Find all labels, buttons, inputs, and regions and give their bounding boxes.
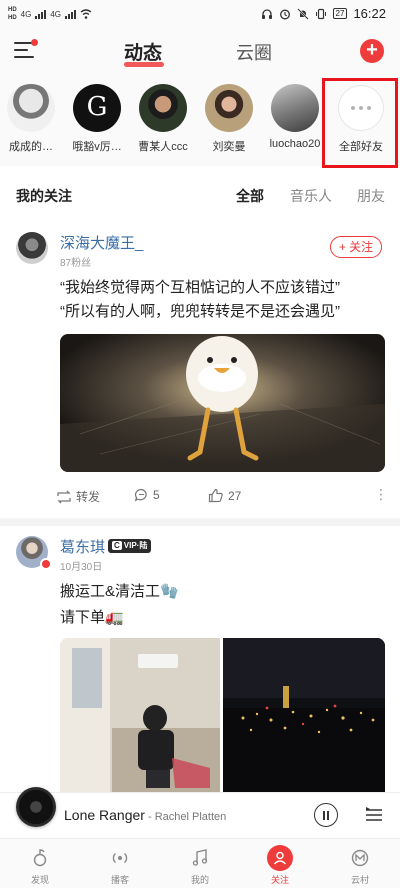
friend-avatar <box>7 84 55 132</box>
headphones-icon <box>261 8 272 19</box>
mute-bell-icon <box>296 7 309 20</box>
status-left: HD HD 4G 4G <box>8 6 92 22</box>
thumbs-up-icon <box>208 488 223 503</box>
friend-name: luochao20 <box>269 138 321 150</box>
friend-avatar <box>139 84 187 132</box>
comment-icon <box>134 488 147 502</box>
nav-discover[interactable]: 发现 <box>10 845 70 886</box>
discover-icon <box>27 845 53 871</box>
follow-section-header: 我的关注 全部 音乐人 朋友 <box>0 178 400 212</box>
follow-button[interactable]: + 关注 <box>330 236 382 258</box>
nav-label: 云村 <box>350 875 369 885</box>
post-author-avatar[interactable] <box>16 232 48 264</box>
repost-label: 转发 <box>76 490 101 504</box>
vibrate-icon <box>315 8 326 19</box>
post-divider <box>0 518 400 526</box>
song-separator: - <box>144 811 155 823</box>
tab-cloud-circle[interactable]: 云圈 <box>236 39 272 65</box>
alarm-icon <box>279 9 290 19</box>
friend-item[interactable]: 成成的… <box>0 84 62 154</box>
post-text-line: “我始终觉得两个互相惦记的人不应该错过” <box>60 279 340 296</box>
nav-label: 发现 <box>30 875 49 885</box>
friend-item[interactable]: 刘奕曼 <box>198 84 260 154</box>
nav-podcast[interactable]: 播客 <box>90 845 150 886</box>
post-text-line: “所以有的人啊，兜兜转转是不是还会遇见” <box>60 303 340 320</box>
music-note-icon <box>187 845 213 871</box>
tab-musicians[interactable]: 音乐人 <box>290 186 332 206</box>
clock: 16:22 <box>353 6 386 21</box>
repost-button[interactable]: 转发 <box>56 488 100 505</box>
friend-name: 成成的… <box>9 141 53 153</box>
like-count: 27 <box>228 488 242 503</box>
friend-avatar: G <box>73 84 121 132</box>
comment-count: 5 <box>153 488 160 502</box>
album-disc[interactable] <box>16 787 56 827</box>
friend-avatar <box>205 84 253 132</box>
song-artist: Rachel Platten <box>154 811 227 823</box>
status-bar: HD HD 4G 4G 27 16:22 <box>0 0 400 30</box>
comment-button[interactable]: 5 <box>134 488 160 502</box>
post-image-room[interactable] <box>60 638 220 793</box>
now-playing[interactable]: Lone Ranger - Rachel Platten <box>64 807 226 823</box>
friend-name: 哦豁v厉… <box>72 141 122 153</box>
nav-label: 播客 <box>110 875 129 885</box>
highlight-annotation-box <box>322 78 398 168</box>
post-date: 10月30日 <box>60 562 103 573</box>
notification-dot <box>31 39 38 46</box>
wifi-icon <box>80 9 92 19</box>
podcast-icon <box>107 845 133 871</box>
follow-icon <box>267 845 293 871</box>
like-button[interactable]: 27 <box>208 488 241 503</box>
playlist-icon[interactable] <box>364 805 384 825</box>
nav-label: 关注 <box>270 875 289 885</box>
post-author-fans: 87粉丝 <box>60 258 92 269</box>
post-actions: 转发 5 27 ⋮ <box>56 486 388 506</box>
follow-section-title: 我的关注 <box>16 188 72 204</box>
more-options-icon[interactable]: ⋮ <box>374 486 388 503</box>
add-post-button[interactable]: + <box>360 39 384 63</box>
hd-label: HD <box>8 7 17 13</box>
post-image-city-night[interactable] <box>223 638 385 793</box>
song-title: Lone Ranger <box>64 807 145 823</box>
cloud-village-icon <box>347 845 373 871</box>
post-author-name[interactable]: 葛东琪 <box>60 536 105 557</box>
musician-badge <box>40 558 52 570</box>
friend-avatar <box>271 84 319 132</box>
nav-mine[interactable]: 我的 <box>170 845 230 886</box>
bottom-nav: 发现 播客 我的 关注 云村 <box>0 838 400 888</box>
tab-friends[interactable]: 朋友 <box>357 186 385 206</box>
vip-badge: C VIP·陆 <box>108 539 152 553</box>
post-text-line: 搬运工&清洁工🧤 <box>60 583 179 600</box>
signal-icon <box>35 9 47 19</box>
mini-player[interactable]: Lone Ranger - Rachel Platten <box>0 787 400 838</box>
nav-label: 我的 <box>190 875 209 885</box>
network-label: 4G <box>20 9 32 19</box>
friend-item[interactable]: 曹某人ccc <box>132 84 194 154</box>
signal-icon <box>65 9 77 19</box>
menu-button[interactable] <box>14 39 38 60</box>
nav-follow[interactable]: 关注 <box>250 845 310 886</box>
battery-indicator: 27 <box>332 8 348 19</box>
status-right: 27 16:22 <box>261 6 386 21</box>
post-image-duck-lamp[interactable] <box>60 334 385 472</box>
repost-icon <box>57 490 71 503</box>
friend-item[interactable]: luochao20 <box>264 84 326 150</box>
friend-name: 曹某人ccc <box>138 141 188 153</box>
active-tab-indicator <box>124 62 164 67</box>
post-text-line: 请下单🚛 <box>60 609 124 626</box>
post-author-name[interactable]: 深海大魔王_ <box>60 232 143 253</box>
tab-dynamics[interactable]: 动态 <box>124 38 162 65</box>
pause-button[interactable] <box>314 803 338 827</box>
tab-all[interactable]: 全部 <box>236 186 264 206</box>
friend-item[interactable]: G 哦豁v厉… <box>66 84 128 154</box>
top-header: 动态 云圈 + <box>0 30 400 74</box>
network-label: 4G <box>50 9 62 19</box>
hd-label: HD <box>8 15 17 21</box>
friend-name: 刘奕曼 <box>212 141 246 153</box>
nav-cloud-village[interactable]: 云村 <box>330 845 390 886</box>
hd-indicator: HD HD <box>8 6 17 22</box>
